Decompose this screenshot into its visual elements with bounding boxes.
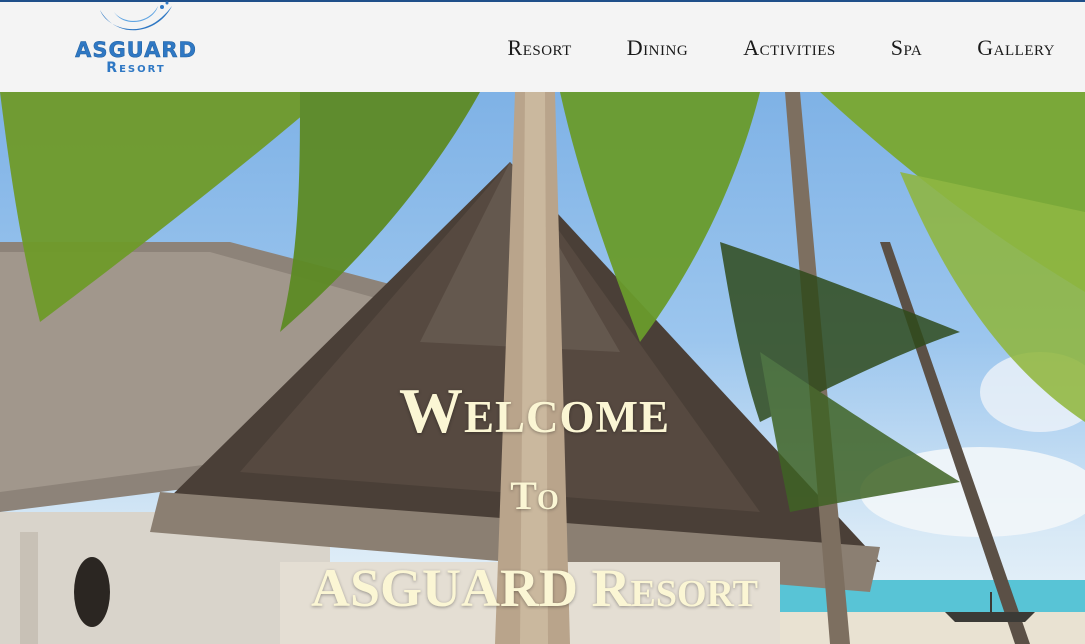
nav-item-resort[interactable]: Resort bbox=[508, 35, 572, 61]
logo-brand-subtitle: Resort bbox=[106, 60, 166, 76]
hero-to-heading: To bbox=[510, 473, 559, 518]
nav-item-gallery[interactable]: Gallery bbox=[977, 35, 1055, 61]
wave-logo-icon bbox=[100, 1, 172, 31]
hero-section: Welcome To ASGUARD Resort bbox=[0, 92, 1085, 644]
site-logo[interactable]: ASGUARD Resort bbox=[58, 1, 218, 82]
nav-item-activities[interactable]: Activities bbox=[743, 35, 836, 61]
hero-welcome-heading: Welcome bbox=[398, 375, 671, 446]
hero-resort-heading: ASGUARD Resort bbox=[310, 558, 758, 618]
nav-item-spa[interactable]: Spa bbox=[891, 35, 923, 61]
nav-item-dining[interactable]: Dining bbox=[627, 35, 688, 61]
main-navigation: Resort Dining Activities Spa Gallery bbox=[453, 35, 1055, 61]
site-header: ASGUARD Resort Resort Dining Activities … bbox=[0, 1, 1085, 92]
logo-brand-name: ASGUARD bbox=[75, 38, 197, 63]
